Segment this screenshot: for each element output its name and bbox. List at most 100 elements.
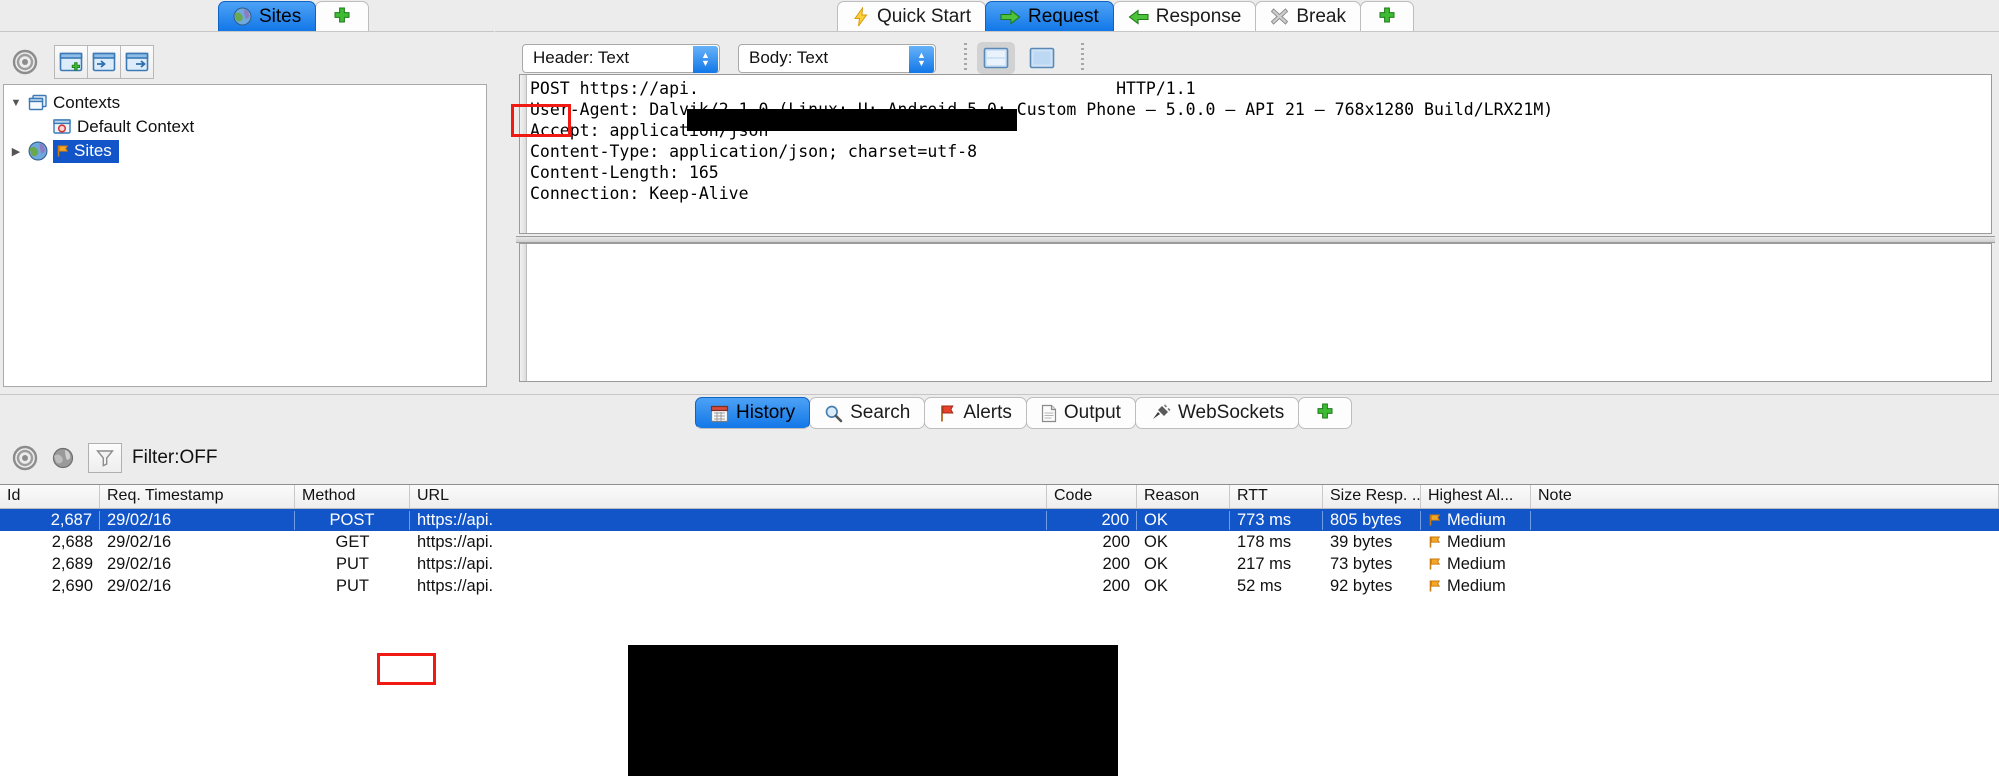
table-row[interactable]: 2,690 29/02/16 PUT https://api. 200 OK 52 ms 92… bbox=[0, 575, 1999, 597]
cell-alert: Medium bbox=[1421, 533, 1531, 552]
cell-reason: OK bbox=[1144, 554, 1168, 573]
sites-tab-bar: Sites bbox=[0, 0, 494, 31]
globe-icon bbox=[233, 7, 252, 26]
cell-method: PUT bbox=[336, 554, 369, 573]
request-toolbar: Header: Text ▲ ▼ Body: Text ▲ ▼ bbox=[495, 38, 1999, 78]
tree-label-contexts: Contexts bbox=[53, 93, 121, 112]
split-view-button[interactable] bbox=[977, 42, 1015, 74]
filter-status-label: Filter:OFF bbox=[132, 446, 218, 468]
toolbar-separator bbox=[1081, 43, 1084, 73]
x-mark-icon bbox=[1270, 7, 1289, 26]
sites-twisty-icon[interactable]: ▶ bbox=[4, 145, 28, 158]
tab-search-label: Search bbox=[850, 402, 911, 423]
contexts-twisty-icon[interactable]: ▼ bbox=[4, 97, 28, 109]
cell-timestamp: 29/02/16 bbox=[107, 576, 172, 595]
tab-search[interactable]: Search bbox=[809, 397, 926, 429]
column-header-code[interactable]: Code bbox=[1047, 485, 1137, 508]
cell-url: https://api. bbox=[417, 532, 494, 551]
column-header-note[interactable]: Note bbox=[1531, 485, 1999, 508]
calendar-icon bbox=[710, 404, 729, 423]
cell-reason: OK bbox=[1144, 532, 1168, 551]
cell-method: POST bbox=[295, 510, 410, 530]
body-view-select-value: Body: Text bbox=[749, 48, 829, 67]
column-header-size[interactable]: Size Resp. ... bbox=[1323, 485, 1421, 508]
bottom-add-tab-button[interactable] bbox=[1298, 397, 1353, 429]
cell-timestamp: 29/02/16 bbox=[107, 532, 172, 551]
column-header-method[interactable]: Method bbox=[295, 485, 410, 508]
import-context-button[interactable] bbox=[87, 45, 121, 79]
request-splitter[interactable] bbox=[516, 236, 1995, 243]
cell-url: https://api. bbox=[417, 554, 494, 573]
url-redaction-bar bbox=[687, 109, 1017, 131]
plug-icon bbox=[1150, 403, 1171, 423]
cell-reason: OK bbox=[1137, 510, 1230, 530]
chevron-updown-icon[interactable]: ▲ ▼ bbox=[909, 45, 934, 73]
cell-rtt: 773 ms bbox=[1230, 510, 1323, 530]
request-tab-bar: Quick Start Request Response Break bbox=[495, 0, 1999, 31]
request-add-tab-button[interactable] bbox=[1359, 1, 1414, 31]
tree-node-default-context[interactable]: Default Context bbox=[4, 115, 486, 139]
options-target-icon[interactable] bbox=[12, 445, 38, 471]
body-view-select[interactable]: Body: Text ▲ ▼ bbox=[738, 43, 936, 73]
cell-rtt: 52 ms bbox=[1237, 576, 1282, 595]
cell-rtt: 217 ms bbox=[1237, 554, 1292, 573]
single-view-button[interactable] bbox=[1023, 42, 1061, 74]
cell-timestamp: 29/02/16 bbox=[107, 554, 172, 573]
table-row[interactable]: 2,687 29/02/16 POST https://api. 200 OK 773 ms… bbox=[0, 509, 1999, 531]
plus-icon bbox=[1376, 6, 1398, 28]
tab-response[interactable]: Response bbox=[1112, 1, 1257, 31]
chevron-updown-icon[interactable]: ▲ ▼ bbox=[693, 45, 718, 73]
flag-orange-icon bbox=[1428, 557, 1442, 571]
tab-response-label: Response bbox=[1155, 5, 1242, 27]
bottom-tab-bar: History Search Alerts Output WebSockets bbox=[0, 394, 1999, 431]
tab-quick-start[interactable]: Quick Start bbox=[837, 1, 986, 31]
new-context-button[interactable] bbox=[54, 45, 88, 79]
history-table-body[interactable]: 2,687 29/02/16 POST https://api. 200 OK 773 ms… bbox=[0, 509, 1999, 597]
sites-add-tab-button[interactable] bbox=[315, 1, 370, 31]
history-table-header: Id Req. Timestamp Method URL Code Reason… bbox=[0, 485, 1999, 509]
request-body-editor[interactable] bbox=[519, 243, 1992, 382]
cell-id: 2,687 bbox=[0, 510, 100, 530]
cell-alert: Medium bbox=[1421, 577, 1531, 596]
tree-node-sites[interactable]: ▶ Sites bbox=[4, 139, 486, 163]
cell-alert: Medium bbox=[1421, 555, 1531, 574]
header-view-select[interactable]: Header: Text ▲ ▼ bbox=[522, 43, 720, 73]
tab-sites[interactable]: Sites bbox=[218, 1, 317, 31]
tab-history[interactable]: History bbox=[695, 397, 811, 429]
cell-size: 805 bytes bbox=[1323, 510, 1421, 530]
flag-orange-icon bbox=[1428, 535, 1442, 549]
cell-id: 2,689 bbox=[51, 554, 93, 573]
filter-button[interactable] bbox=[88, 442, 122, 473]
sites-tree[interactable]: ▼ Contexts Default Context ▶ Sites bbox=[3, 84, 487, 387]
tab-break[interactable]: Break bbox=[1255, 1, 1361, 31]
tab-websockets[interactable]: WebSockets bbox=[1134, 397, 1300, 429]
editor-gutter bbox=[520, 244, 527, 381]
tab-output[interactable]: Output bbox=[1025, 397, 1136, 429]
tree-label-sites-text: Sites bbox=[74, 140, 112, 160]
request-header-text: POST https://api. HTTP/1.1 User-Agent: D… bbox=[530, 79, 1554, 203]
tab-history-label: History bbox=[736, 402, 796, 423]
globe-small-icon[interactable] bbox=[52, 447, 74, 469]
cell-size: 92 bytes bbox=[1330, 576, 1393, 595]
tab-quick-start-label: Quick Start bbox=[877, 5, 971, 27]
tree-node-contexts[interactable]: ▼ Contexts bbox=[4, 91, 486, 115]
column-header-id[interactable]: Id bbox=[0, 485, 100, 508]
cell-rtt: 178 ms bbox=[1237, 532, 1292, 551]
column-header-timestamp[interactable]: Req. Timestamp bbox=[100, 485, 295, 508]
tab-request[interactable]: Request bbox=[984, 1, 1114, 31]
table-row[interactable]: 2,688 29/02/16 GET https://api. 200 OK 178 ms 3… bbox=[0, 531, 1999, 553]
column-header-reason[interactable]: Reason bbox=[1137, 485, 1230, 508]
arrow-left-icon bbox=[1128, 8, 1149, 25]
cell-method: PUT bbox=[336, 576, 369, 595]
table-row[interactable]: 2,689 29/02/16 PUT https://api. 200 OK 217 ms 7… bbox=[0, 553, 1999, 575]
header-view-select-value: Header: Text bbox=[533, 48, 630, 67]
request-header-editor[interactable]: POST https://api. HTTP/1.1 User-Agent: D… bbox=[519, 74, 1992, 234]
cell-id: 2,690 bbox=[51, 576, 93, 595]
tab-alerts[interactable]: Alerts bbox=[924, 397, 1027, 429]
column-header-url[interactable]: URL bbox=[410, 485, 1047, 508]
export-context-button[interactable] bbox=[120, 45, 154, 79]
magnifier-icon bbox=[824, 404, 843, 423]
options-target-icon[interactable] bbox=[12, 49, 38, 75]
column-header-alert[interactable]: Highest Al... bbox=[1421, 485, 1531, 508]
column-header-rtt[interactable]: RTT bbox=[1230, 485, 1323, 508]
